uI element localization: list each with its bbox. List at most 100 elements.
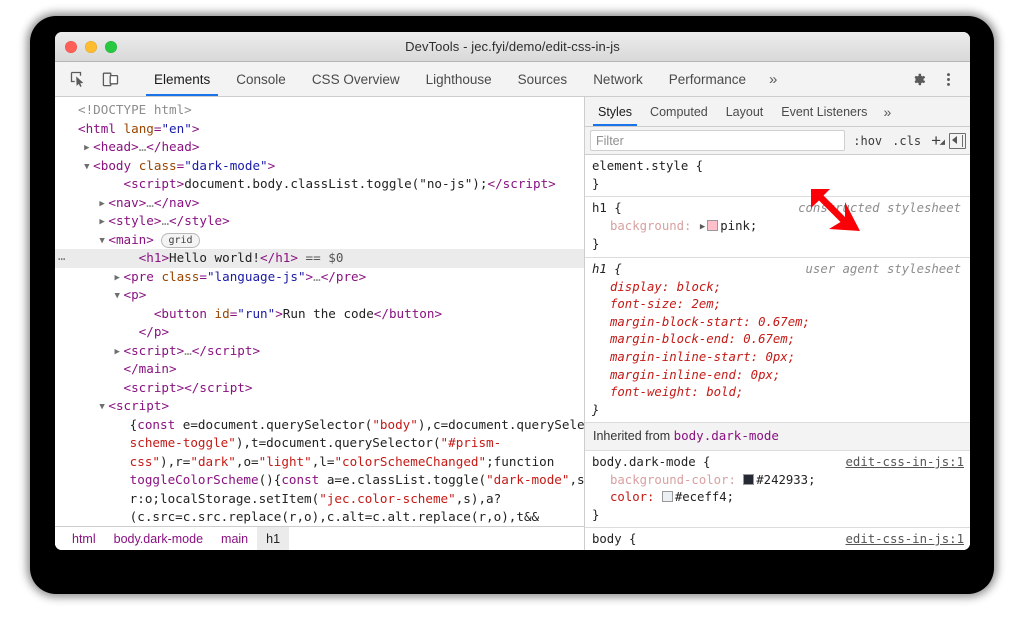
close-button[interactable] bbox=[65, 41, 77, 53]
gear-icon[interactable] bbox=[904, 66, 932, 92]
tab-console[interactable]: Console bbox=[223, 62, 299, 96]
css-declaration[interactable]: font-weight: bold; bbox=[592, 384, 970, 402]
tab-computed[interactable]: Computed bbox=[641, 97, 717, 126]
css-declaration[interactable]: background: ▶pink; bbox=[592, 218, 970, 237]
dom-node-row[interactable]: <html lang="en"> bbox=[55, 120, 584, 139]
dom-script-line[interactable]: r:o;localStorage.setItem("jec.color-sche… bbox=[55, 490, 584, 509]
tab-sources[interactable]: Sources bbox=[505, 62, 581, 96]
css-rule[interactable]: h1 {user agent stylesheetdisplay: block;… bbox=[585, 258, 970, 423]
css-rule[interactable]: body.dark-mode { edit-css-in-js:1backgrou… bbox=[585, 451, 970, 528]
dom-node-row[interactable]: </main> bbox=[55, 360, 584, 379]
hov-button[interactable]: :hov bbox=[851, 134, 884, 148]
dom-node-row[interactable]: <script></script> bbox=[55, 379, 584, 398]
css-source-link[interactable]: edit-css-in-js:1 bbox=[846, 454, 964, 472]
tab-layout[interactable]: Layout bbox=[717, 97, 773, 126]
dom-node-row[interactable]: <!DOCTYPE html> bbox=[55, 101, 584, 120]
disclosure-triangle[interactable]: ▶ bbox=[99, 213, 108, 232]
script-token: ,s),a? bbox=[456, 491, 502, 506]
disclosure-triangle[interactable]: ▶ bbox=[84, 139, 93, 158]
css-source-link[interactable]: edit-css-in-js:1 bbox=[846, 531, 964, 549]
disclosure-triangle[interactable]: ▼ bbox=[115, 287, 124, 306]
color-swatch[interactable] bbox=[743, 474, 754, 485]
dom-node-row[interactable]: <button id="run">Run the code</button> bbox=[55, 305, 584, 324]
disclosure-triangle[interactable]: ▼ bbox=[99, 232, 108, 251]
color-swatch[interactable] bbox=[707, 220, 718, 231]
css-property-name: margin-block-start: bbox=[610, 315, 758, 329]
dom-token: > bbox=[548, 176, 556, 191]
dom-node-row[interactable]: ▼<p> bbox=[55, 286, 584, 305]
css-declaration[interactable]: background-color: #242933; bbox=[592, 472, 970, 490]
indent-spacer bbox=[69, 269, 115, 284]
dom-node-row[interactable]: ⋯ <h1>Hello world!</h1> == $0 bbox=[55, 249, 584, 268]
css-rules-list[interactable]: element.style {}h1 {constructed styleshe… bbox=[585, 155, 970, 550]
color-swatch[interactable] bbox=[662, 491, 673, 502]
css-selector[interactable]: element.style { bbox=[592, 159, 703, 173]
dom-script-line[interactable]: (c.src=c.src.replace(r,o),c.alt=c.alt.re… bbox=[55, 508, 584, 526]
dom-node-row[interactable]: ▶<script>…</script> bbox=[55, 342, 584, 361]
dom-node-row[interactable]: </p> bbox=[55, 323, 584, 342]
tab-css-overview[interactable]: CSS Overview bbox=[299, 62, 413, 96]
css-declaration[interactable]: font-size: 2em; bbox=[592, 296, 970, 314]
breadcrumb-item[interactable]: h1 bbox=[257, 527, 289, 550]
dom-script-line[interactable]: toggleColorScheme(){const a=e.classList.… bbox=[55, 471, 584, 490]
styles-more-tabs-button[interactable]: » bbox=[876, 97, 898, 126]
dom-script-line[interactable]: css"),r="dark",o="light",l="colorSchemeC… bbox=[55, 453, 584, 472]
breadcrumb-item[interactable]: main bbox=[212, 527, 257, 550]
disclosure-triangle[interactable]: ▶ bbox=[115, 343, 124, 362]
dom-tree[interactable]: <!DOCTYPE html><html lang="en"> ▶<head>…… bbox=[55, 97, 584, 526]
disclosure-triangle[interactable]: ▶ bbox=[115, 269, 124, 288]
tab-network[interactable]: Network bbox=[580, 62, 656, 96]
dom-node-row[interactable]: <script>document.body.classList.toggle("… bbox=[55, 175, 584, 194]
css-declaration[interactable]: margin-block-end: 0.67em; bbox=[592, 331, 970, 349]
more-tabs-button[interactable]: » bbox=[759, 62, 787, 96]
css-declaration[interactable]: margin-block-start: 0.67em; bbox=[592, 314, 970, 332]
css-declaration[interactable]: display: block; bbox=[592, 279, 970, 297]
breadcrumb-item[interactable]: html bbox=[63, 527, 105, 550]
device-toolbar-icon[interactable] bbox=[96, 66, 124, 92]
disclosure-triangle[interactable]: ▼ bbox=[99, 398, 108, 417]
dom-token: < bbox=[124, 176, 132, 191]
tab-elements[interactable]: Elements bbox=[141, 62, 223, 96]
tab-styles[interactable]: Styles bbox=[589, 97, 641, 126]
dom-node-row[interactable]: ▶<pre class="language-js">…</pre> bbox=[55, 268, 584, 287]
dom-script-line[interactable]: {const e=document.querySelector("body"),… bbox=[55, 416, 584, 435]
filter-input[interactable] bbox=[590, 130, 845, 151]
inherited-selector-link[interactable]: body.dark-mode bbox=[674, 428, 779, 443]
indent-spacer bbox=[69, 324, 130, 339]
minimize-button[interactable] bbox=[85, 41, 97, 53]
tab-event-listeners[interactable]: Event Listeners bbox=[772, 97, 876, 126]
css-rule[interactable]: body { edit-css-in-js:1 bbox=[585, 528, 970, 550]
css-declaration[interactable]: margin-inline-start: 0px; bbox=[592, 349, 970, 367]
css-selector[interactable]: h1 { bbox=[592, 201, 622, 215]
new-style-rule-button[interactable]: +◢ bbox=[929, 134, 943, 148]
dom-token: class bbox=[161, 269, 199, 284]
css-property-name: margin-block-end: bbox=[610, 332, 743, 346]
dom-node-row[interactable]: ▼<body class="dark-mode"> bbox=[55, 157, 584, 176]
tab-lighthouse[interactable]: Lighthouse bbox=[413, 62, 505, 96]
css-rule[interactable]: element.style {} bbox=[585, 155, 970, 197]
dom-node-row[interactable]: ▼<main> grid bbox=[55, 231, 584, 250]
toggle-sidebar-icon[interactable] bbox=[949, 133, 966, 149]
cls-button[interactable]: .cls bbox=[890, 134, 923, 148]
breadcrumb-item[interactable]: body.dark-mode bbox=[105, 527, 212, 550]
css-declaration[interactable]: margin-inline-end: 0px; bbox=[592, 367, 970, 385]
dom-token: script bbox=[131, 343, 177, 358]
dom-token: … bbox=[161, 213, 169, 228]
css-declaration[interactable]: color: #eceff4; bbox=[592, 489, 970, 507]
css-selector[interactable]: body { bbox=[592, 532, 636, 546]
css-selector[interactable]: h1 { bbox=[592, 262, 622, 276]
dom-script-line[interactable]: scheme-toggle"),t=document.querySelector… bbox=[55, 434, 584, 453]
tab-performance[interactable]: Performance bbox=[656, 62, 759, 96]
css-property-value: bold; bbox=[706, 385, 743, 399]
dom-node-row[interactable]: ▼<script> bbox=[55, 397, 584, 416]
zoom-button[interactable] bbox=[105, 41, 117, 53]
disclosure-triangle[interactable]: ▶ bbox=[99, 195, 108, 214]
dom-node-row[interactable]: ▶<head>…</head> bbox=[55, 138, 584, 157]
disclosure-triangle[interactable]: ▼ bbox=[84, 158, 93, 177]
kebab-menu-icon[interactable] bbox=[934, 66, 962, 92]
dom-node-row[interactable]: ▶<nav>…</nav> bbox=[55, 194, 584, 213]
inspect-element-icon[interactable] bbox=[64, 66, 92, 92]
css-selector[interactable]: body.dark-mode { bbox=[592, 455, 710, 469]
css-rule[interactable]: h1 {constructed stylesheetbackground: ▶p… bbox=[585, 197, 970, 258]
dom-node-row[interactable]: ▶<style>…</style> bbox=[55, 212, 584, 231]
